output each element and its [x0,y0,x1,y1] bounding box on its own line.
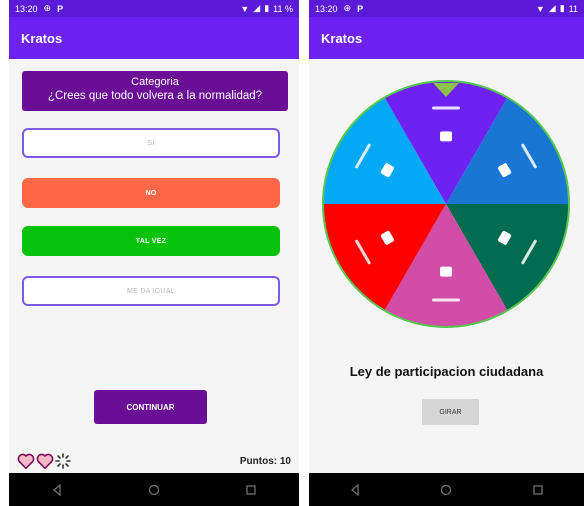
category-icon [440,266,452,277]
continue-label: CONTINUAR [126,402,175,412]
status-time: 13:20 [315,3,338,14]
battery-icon: ▮ [264,3,270,13]
answer-label: SI [147,139,155,147]
question-category: Categoria [131,76,179,88]
back-icon[interactable] [46,479,68,501]
parking-icon: P [357,3,364,14]
lives-indicator [17,453,71,469]
app-bar: Kratos [9,17,299,59]
status-bar: 13:20 ⊕ P ▼ ◢ ▮ 11 [309,0,584,17]
battery-icon: ▮ [559,3,565,13]
answer-button-me-da-igual[interactable]: ME DA IGUAL [22,276,280,306]
answer-button-tal-vez[interactable]: TAL VEZ [22,226,280,256]
spin-label: GIRAR [439,408,462,416]
answer-button-no[interactable]: NO [22,178,280,208]
category-icon [440,131,452,142]
back-icon[interactable] [344,479,366,501]
app-title: Kratos [21,30,63,46]
wifi-icon: ▼ [240,3,250,14]
status-bar: 13:20 ⊕ P ▼ ◢ ▮ 11 % [9,0,299,17]
wheel-screen: 13:20 ⊕ P ▼ ◢ ▮ 11 Kratos Ley de partici… [309,0,584,506]
answer-label: ME DA IGUAL [126,287,176,295]
battery-level: 11 [568,3,578,14]
selected-topic: Ley de participacion ciudadana [349,364,544,379]
quiz-screen: 13:20 ⊕ P ▼ ◢ ▮ 11 % Kratos Categoria ¿C… [9,0,299,506]
app-bar: Kratos [309,17,584,59]
status-time: 13:20 [15,3,38,14]
segment-caption [432,298,460,302]
points-label: Puntos: 10 [239,455,291,467]
answer-label: NO [145,189,157,197]
recents-icon[interactable] [527,479,549,501]
wifi-icon: ▼ [535,3,545,14]
notification-icon: ⊕ [43,3,52,13]
question-text: ¿Crees que todo volvera a la normalidad? [47,90,263,102]
parking-icon: P [57,3,64,14]
signal-icon: ◢ [548,3,556,13]
heart-icon [17,453,35,469]
app-title: Kratos [321,30,363,46]
segment-caption [432,106,460,110]
home-icon[interactable] [435,479,457,501]
signal-icon: ◢ [253,3,261,13]
android-nav-bar [309,473,584,506]
android-nav-bar [9,473,299,506]
battery-level: 11 % [273,3,293,14]
recents-icon[interactable] [240,479,262,501]
heart-icon [36,453,54,469]
home-icon[interactable] [143,479,165,501]
roulette-wheel[interactable] [321,79,571,329]
answer-button-si[interactable]: SI [22,128,280,158]
spin-button[interactable]: GIRAR [422,399,479,425]
notification-icon: ⊕ [343,3,352,13]
continue-button[interactable]: CONTINUAR [94,390,207,424]
question-card: Categoria ¿Crees que todo volvera a la n… [22,71,288,111]
quiz-footer: Puntos: 10 [9,449,299,473]
spinner-icon [55,453,71,469]
answer-label: TAL VEZ [135,237,167,245]
